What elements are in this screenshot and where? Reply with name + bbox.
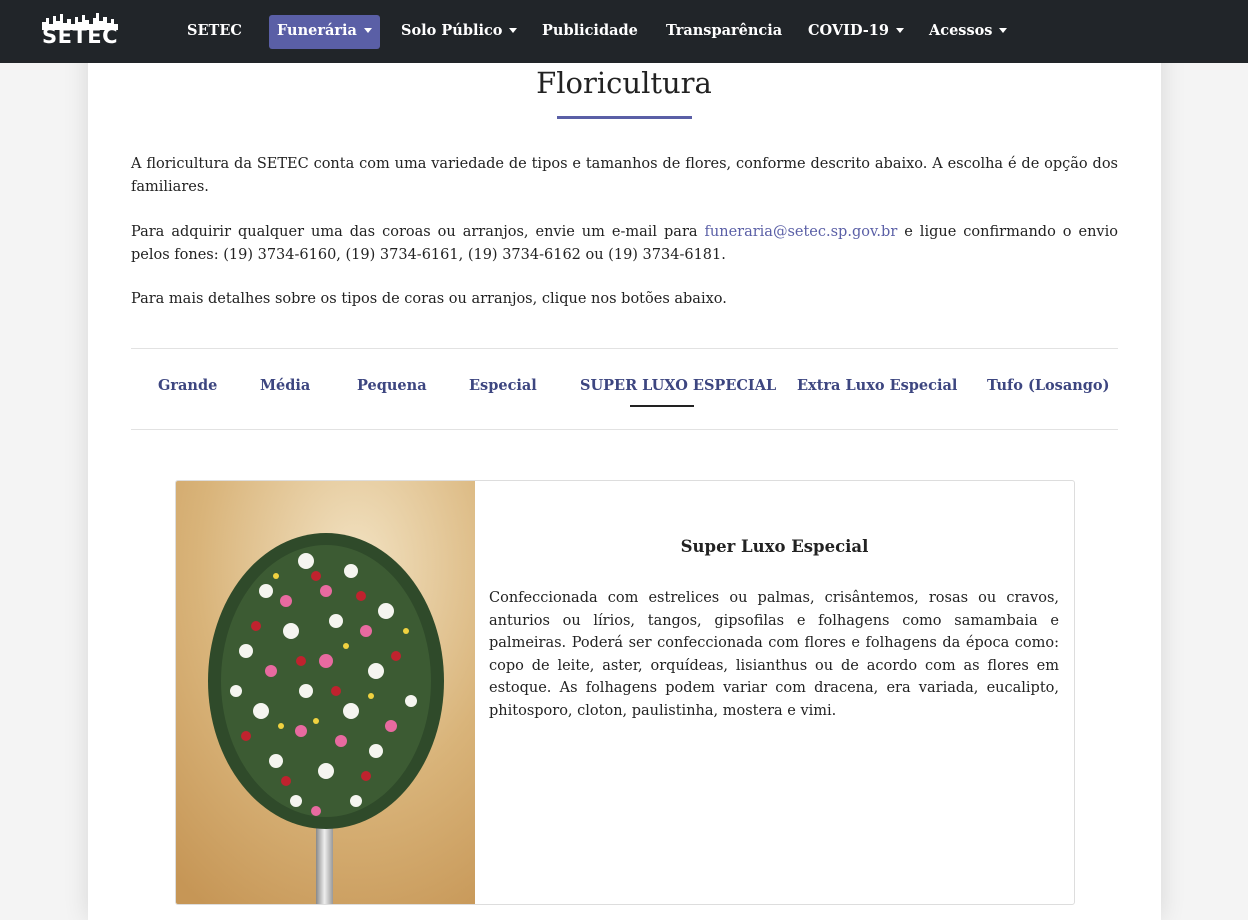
nav-covid-19[interactable]: COVID-19 [800, 15, 912, 49]
top-navbar: SETEC SETEC Funerária Solo Público Publi… [0, 0, 1248, 63]
details-paragraph: Para mais detalhes sobre os tipos de cor… [131, 291, 727, 307]
nav-label: SETEC [187, 22, 242, 39]
product-title: Super Luxo Especial [680, 537, 869, 556]
chevron-down-icon [363, 28, 372, 33]
tab-grande[interactable]: Grande [158, 376, 217, 396]
chevron-down-icon [509, 28, 518, 33]
tab-media[interactable]: Média [260, 376, 310, 396]
product-description: Confeccionada com estrelices ou palmas, … [489, 590, 1059, 719]
nav-funeraria[interactable]: Funerária [269, 15, 380, 49]
nav-label: Acessos [929, 22, 993, 39]
nav-label: Funerária [277, 22, 357, 39]
nav-publicidade[interactable]: Publicidade [534, 15, 646, 49]
page-title: Floricultura [536, 66, 712, 100]
nav-setec[interactable]: SETEC [179, 15, 250, 49]
tab-especial[interactable]: Especial [469, 376, 537, 396]
nav-label: COVID-19 [808, 22, 889, 39]
contact-text: Para adquirir qualquer uma das coroas ou… [131, 224, 705, 240]
contact-paragraph: Para adquirir qualquer uma das coroas ou… [131, 221, 1118, 266]
chevron-down-icon [999, 28, 1008, 33]
divider [131, 429, 1118, 430]
email-link[interactable]: funeraria@setec.sp.gov.br [705, 224, 898, 240]
nav-solo-publico[interactable]: Solo Público [393, 15, 525, 49]
tab-tufo-losango[interactable]: Tufo (Losango) [987, 376, 1109, 396]
intro-paragraph: A floricultura da SETEC conta com uma va… [131, 156, 1118, 195]
logo-text: SETEC [41, 24, 119, 48]
flower-wreath-image [176, 481, 475, 904]
nav-label: Solo Público [401, 22, 503, 39]
divider [131, 348, 1118, 349]
tab-pequena[interactable]: Pequena [357, 376, 427, 396]
nav-acessos[interactable]: Acessos [921, 15, 1015, 49]
nav-label: Publicidade [542, 22, 638, 39]
active-tab-indicator [630, 405, 694, 407]
nav-transparencia[interactable]: Transparência [658, 15, 790, 49]
tab-extra-luxo-especial[interactable]: Extra Luxo Especial [797, 376, 957, 396]
title-underline [557, 116, 692, 119]
nav-label: Transparência [666, 22, 783, 39]
setec-logo[interactable]: SETEC [38, 12, 122, 50]
product-card: Super Luxo Especial Confeccionada com es… [175, 480, 1075, 905]
chevron-down-icon [896, 28, 904, 33]
tab-super-luxo-especial[interactable]: SUPER LUXO ESPECIAL [580, 376, 776, 396]
